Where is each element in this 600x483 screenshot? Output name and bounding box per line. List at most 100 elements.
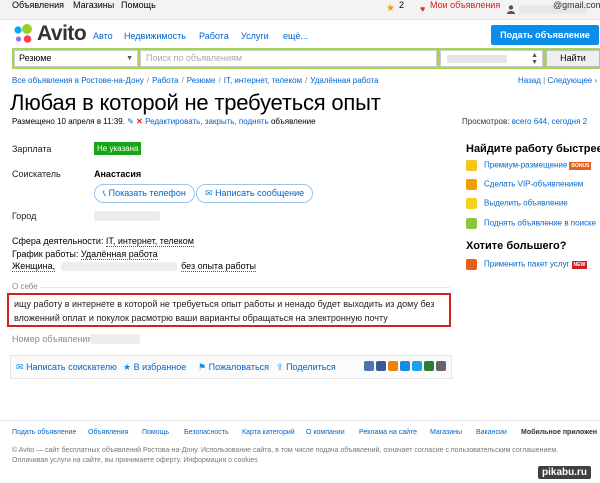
location-blurred (447, 55, 507, 63)
close-icon[interactable]: ✕ (136, 117, 143, 126)
age-blurred (61, 262, 178, 272)
vk-icon[interactable] (364, 361, 374, 371)
edit-suffix: объявление (270, 117, 316, 126)
user-email[interactable]: @gmail.com (553, 0, 600, 10)
package-icon (466, 259, 477, 270)
edit-ad-link[interactable]: Редактировать, закрыть, поднять (145, 117, 269, 126)
views-label: Просмотров: (462, 117, 510, 126)
next-link[interactable]: Следующее (547, 76, 592, 85)
ad-number-label: Номер объявления: (12, 334, 95, 344)
city-label: Город (12, 211, 37, 221)
location-select[interactable]: ▲ ▼ (440, 50, 543, 67)
write-message-button[interactable]: ✉ Написать сообщение (196, 184, 314, 203)
chevron-down-icon: ▲ ▼ (531, 52, 538, 66)
mailru-icon[interactable] (400, 361, 410, 371)
sidebar-item-package[interactable]: Применить пакет услуг NEW (466, 259, 588, 270)
footer-link[interactable]: Магазины (430, 429, 462, 436)
nav-jobs[interactable]: Работа (199, 31, 229, 41)
back-link[interactable]: Назад (518, 76, 541, 85)
footer-link[interactable]: Помощь (142, 429, 169, 436)
avito-logo-text[interactable]: Avito (37, 22, 87, 46)
sidebar-heading-faster: Найдите работу быстрее! (466, 143, 600, 155)
posted-meta: Размещено 10 апреля в 11:39. ✎ ✕ Редакти… (12, 117, 316, 126)
write-seeker-link[interactable]: ✉ Написать соискателю (16, 362, 117, 373)
pager: Назад | Следующее › (518, 76, 598, 85)
heart-icon: ♥ (420, 4, 426, 14)
avito-logo-icon[interactable] (12, 23, 34, 45)
share-link[interactable]: ⇪ Поделиться (276, 362, 336, 373)
star-icon: ★ (123, 362, 132, 372)
breadcrumb: Все объявления в Ростове-на-Дону / Работа /… (12, 76, 379, 85)
breadcrumb-item[interactable]: IT, интернет, телеком (224, 76, 302, 85)
pencil-icon[interactable]: ✎ (127, 117, 134, 126)
footer-link[interactable]: Подать объявление (12, 429, 76, 436)
vip-icon (466, 179, 477, 190)
footer-copyright: © Avito — сайт бесплатных объявлений Рос… (12, 447, 559, 454)
footer-link[interactable]: Объявления (88, 429, 129, 436)
sidebar-item-vip[interactable]: Сделать VIP-объявлением (466, 179, 583, 190)
views-counter: Просмотров: всего 644, сегодня 2 (462, 117, 587, 126)
nav-services[interactable]: Услуги (241, 31, 269, 41)
footer-offer[interactable]: Оплачивая услуги на сайте, вы принимаете… (12, 457, 258, 464)
complain-link[interactable]: ⚑ Пожаловаться (198, 362, 269, 373)
experience-value[interactable]: без опыта работы (181, 261, 257, 272)
raise-icon (466, 218, 477, 229)
twitter-icon[interactable] (412, 361, 422, 371)
sidebar-item-premium[interactable]: Премиум-размещение BONUS (466, 160, 592, 171)
breadcrumb-item[interactable]: Резюме (187, 76, 216, 85)
bonus-badge: BONUS (569, 161, 592, 170)
sphere-value[interactable]: IT, интернет, телеком (105, 236, 194, 247)
gender-line: Женщина, без опыта работы (12, 261, 257, 272)
category-select[interactable]: Резюме ▼ (14, 50, 138, 67)
search-input[interactable]: Поиск по объявлениям (140, 50, 437, 67)
more-share-icon[interactable] (436, 361, 446, 371)
favorites-count[interactable]: 2 (399, 0, 404, 10)
find-button[interactable]: Найти (546, 50, 600, 67)
footer-link[interactable]: Карта категорий (242, 429, 295, 436)
livejournal-icon[interactable] (424, 361, 434, 371)
highlight-icon (466, 198, 477, 209)
footer-link[interactable]: Вакансии (476, 429, 507, 436)
topbar-shops-link[interactable]: Магазины (73, 0, 114, 10)
user-icon[interactable] (507, 5, 515, 14)
views-total[interactable]: всего 644, сегодня 2 (512, 117, 587, 126)
nav-more[interactable]: ещё... (283, 31, 308, 41)
nav-realty[interactable]: Недвижимость (124, 31, 186, 41)
breadcrumb-item[interactable]: Удалённая работа (310, 76, 378, 85)
share-icon: ⇪ (276, 362, 284, 372)
nav-auto[interactable]: Авто (93, 31, 113, 41)
post-ad-button[interactable]: Подать объявление (491, 25, 599, 45)
seeker-name: Анастасия (94, 169, 142, 179)
footer-link[interactable]: Безопасность (184, 429, 229, 436)
footer-link[interactable]: О компании (306, 429, 345, 436)
star-icon[interactable]: ★ (386, 3, 395, 14)
new-badge: NEW (571, 260, 588, 269)
ad-number-blurred (90, 334, 140, 344)
show-phone-button[interactable]: 📞︎ Показать телефон (94, 184, 195, 203)
posted-date: Размещено 10 апреля в 11:39. (12, 117, 125, 126)
salary-label: Зарплата (12, 144, 52, 154)
gender-value[interactable]: Женщина, (12, 261, 56, 272)
chevron-right-icon[interactable]: › (594, 76, 597, 85)
sidebar-item-highlight[interactable]: Выделить объявление (466, 198, 568, 209)
footer-link[interactable]: Реклама на сайте (359, 429, 417, 436)
envelope-icon: ✉ (205, 188, 213, 198)
my-ads-link[interactable]: Мои объявления (430, 0, 500, 10)
sidebar-heading-more: Хотите большего? (466, 240, 567, 252)
topbar-ads-link[interactable]: Объявления (12, 0, 64, 10)
breadcrumb-item[interactable]: Работа (152, 76, 178, 85)
city-blurred (94, 211, 160, 221)
sidebar-item-raise[interactable]: Поднять объявление в поиске (466, 218, 596, 229)
salary-badge: Не указана (94, 142, 142, 155)
footer-mobile-app[interactable]: Мобильное приложен (521, 429, 597, 436)
facebook-icon[interactable] (376, 361, 386, 371)
footer-divider (0, 420, 600, 421)
favorites-link[interactable]: ★ В избранное (123, 362, 186, 373)
odnoklassniki-icon[interactable] (388, 361, 398, 371)
topbar-help-link[interactable]: Помощь (121, 0, 156, 10)
schedule-value[interactable]: Удалённая работа (80, 249, 158, 260)
envelope-icon: ✉ (16, 362, 24, 372)
sphere-line: Сфера деятельности: IT, интернет, телеко… (12, 236, 194, 247)
breadcrumb-item[interactable]: Все объявления в Ростове-на-Дону (12, 76, 144, 85)
seeker-label: Соискатель (12, 169, 61, 179)
